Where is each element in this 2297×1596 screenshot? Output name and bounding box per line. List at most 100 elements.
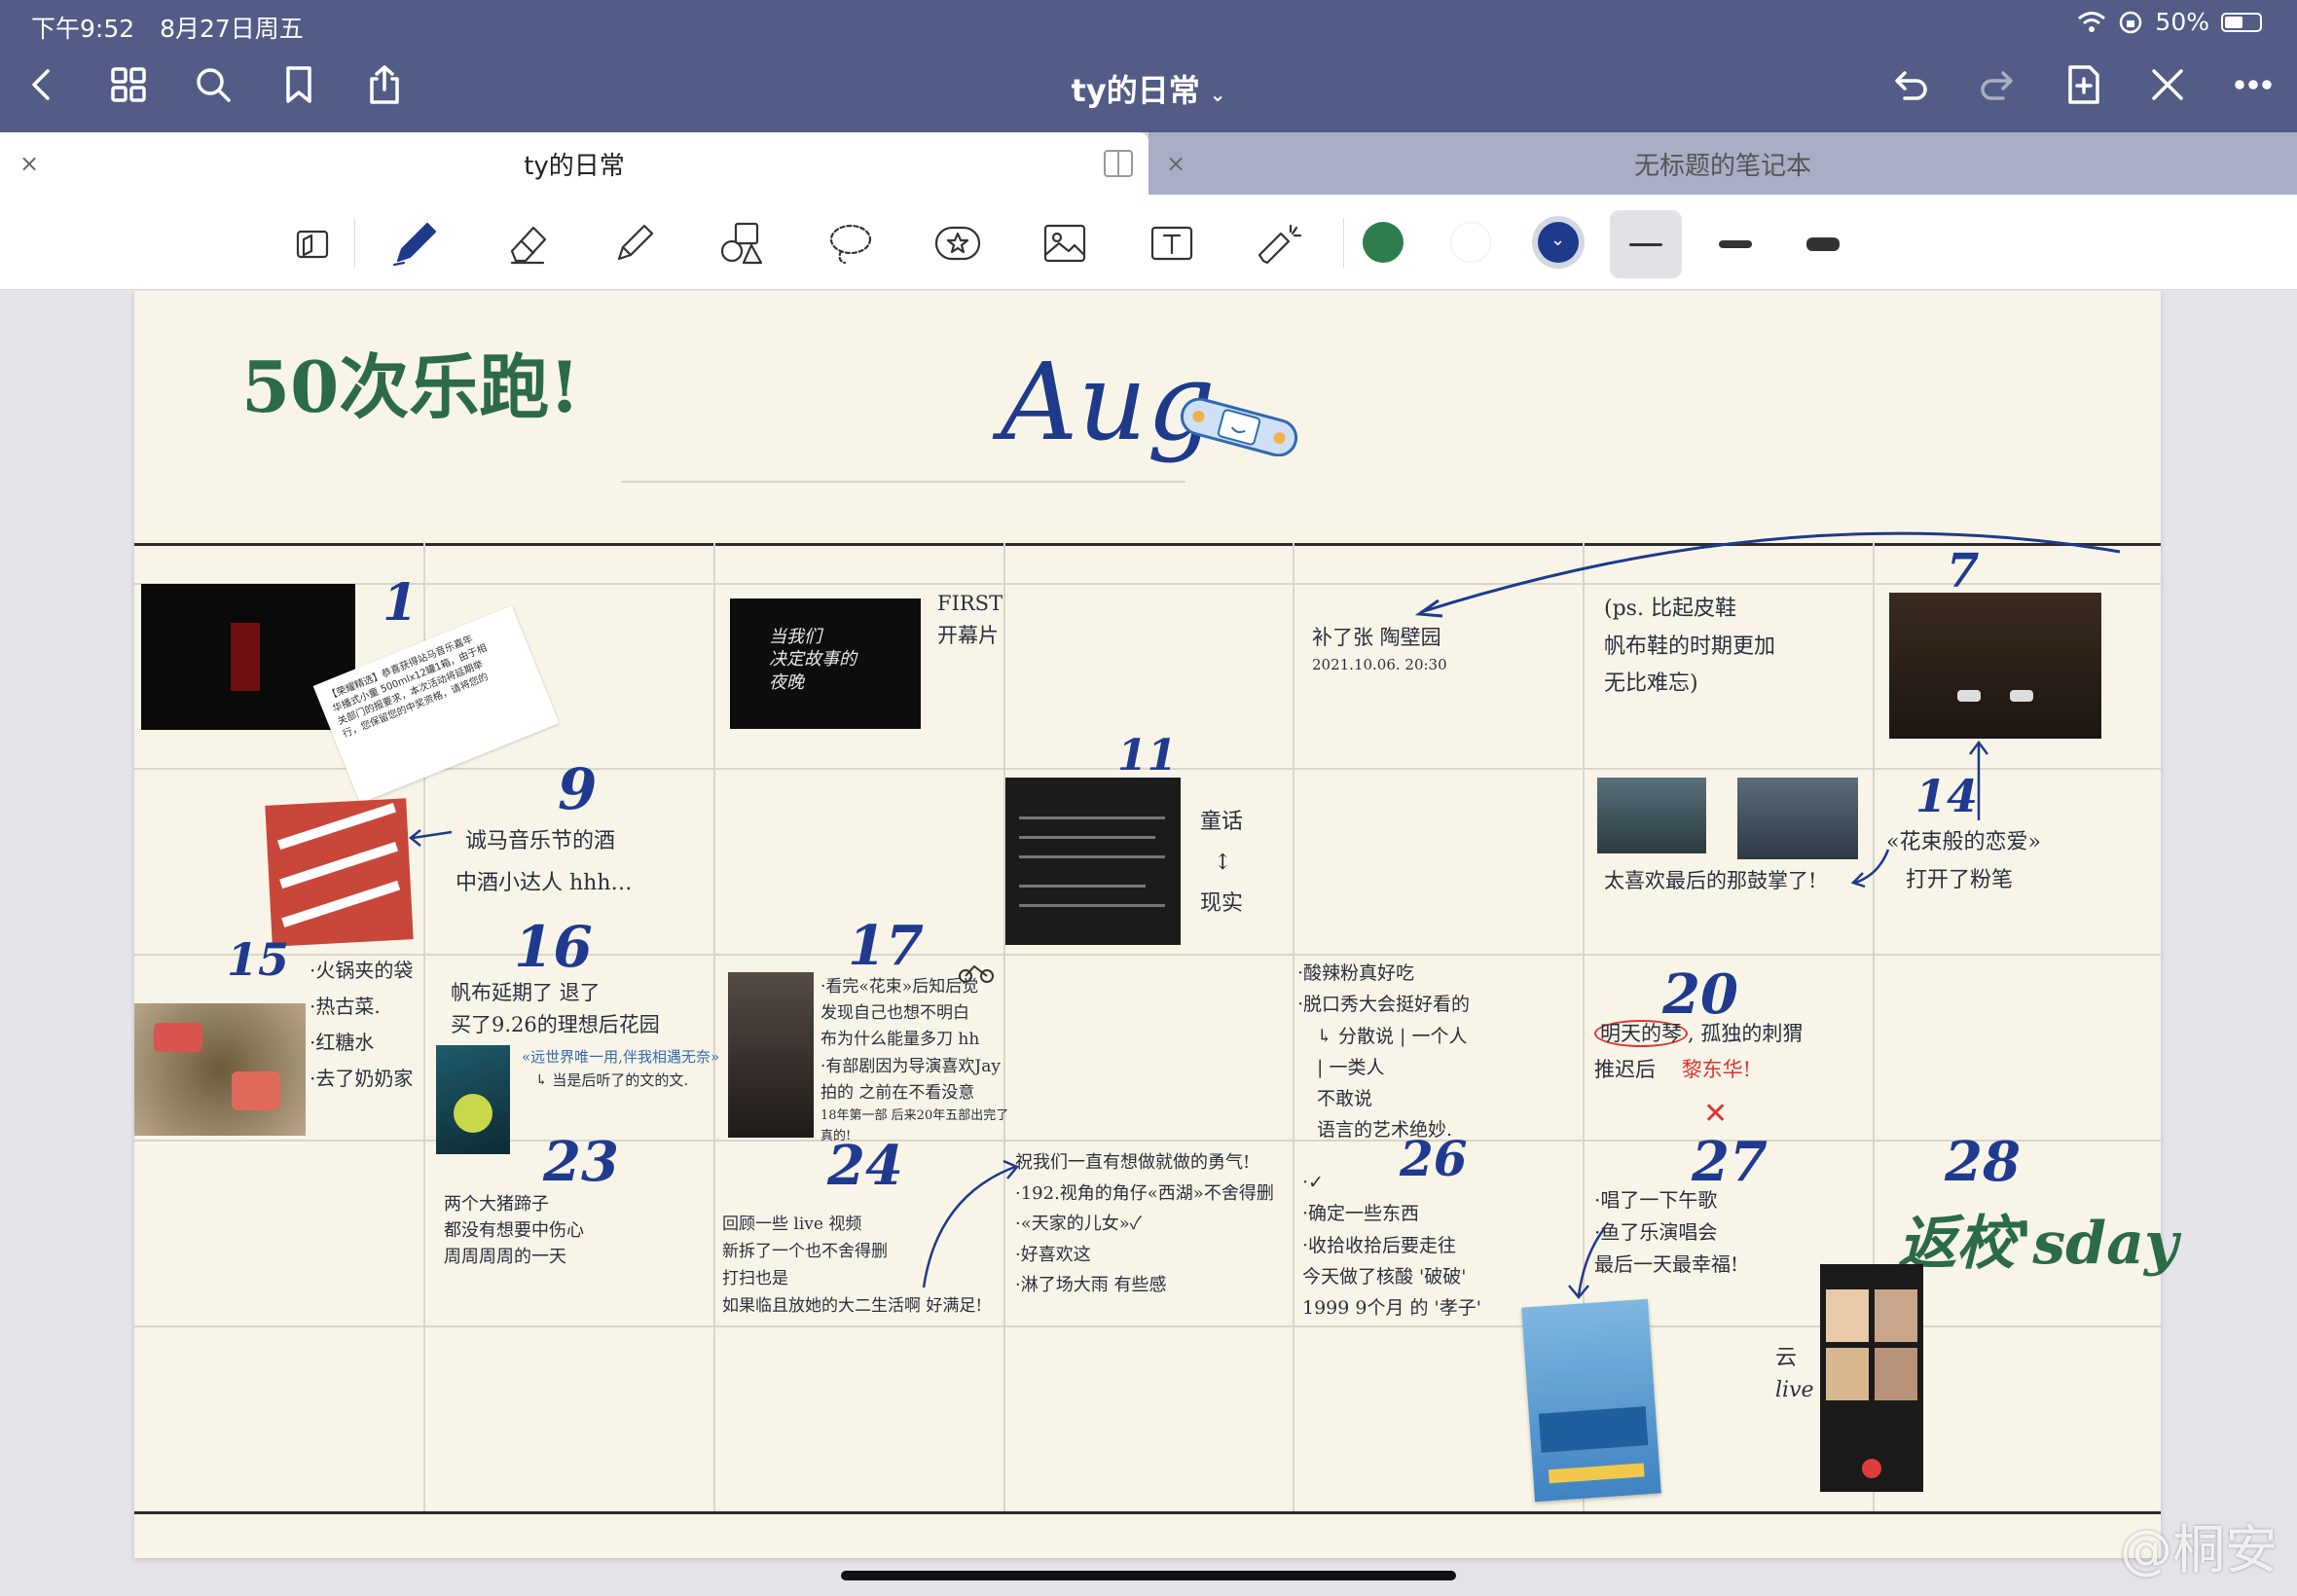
note-line: 诚马音乐节的酒 (465, 829, 616, 853)
day-number: 7 (1947, 544, 1980, 598)
color-swatch-green[interactable] (1363, 222, 1404, 263)
eraser-tool-icon[interactable] (496, 212, 559, 274)
note-line: 今天做了核酸 '破破' (1302, 1265, 1467, 1288)
notebook-page[interactable]: 50次乐跑! Aug. 1 【荣耀精选】恭喜获得站马音乐嘉年 华播式小童 500… (134, 291, 2178, 1558)
day-number: 15 (227, 933, 290, 986)
note-line: 如果临且放她的大二生活啊 好满足! (722, 1296, 983, 1317)
grid-line (134, 1511, 2161, 1514)
wifi-icon (2078, 11, 2106, 32)
note-line: 两个大猪蹄子 (444, 1194, 549, 1215)
grid-line (1293, 543, 1294, 1511)
arrow-left-icon (408, 829, 453, 847)
note-line: ·酸辣粉真好吃 (1297, 962, 1415, 984)
day-number: 23 (543, 1130, 619, 1194)
arrow-down-left-icon (1850, 849, 1890, 889)
note-day20: 明天的琴, 孤独的刺猬 推迟后 黎东华! (1594, 1020, 1804, 1081)
status-bar-right: 50% (2077, 8, 2262, 36)
note-line: ·鱼了乐演唱会 (1594, 1220, 1718, 1244)
note-cloud-live: 云 live (1775, 1342, 1814, 1406)
note-line: 都没有想要中伤心 (444, 1220, 584, 1241)
day-number: 11 (1117, 731, 1178, 780)
sticker-tool-icon[interactable] (927, 212, 989, 274)
day-number: 24 (827, 1134, 903, 1198)
note-day26: ·✓ ·确定一些东西 ·收拾收拾后要走往 今天做了核酸 '破破' 1999 9个… (1302, 1167, 1481, 1324)
beer-cans-photo (265, 798, 414, 947)
status-time: 下午9:52 (31, 15, 135, 43)
note-line: | 一类人 (1317, 1056, 1385, 1078)
note-day28: 返校'sday (1898, 1210, 2178, 1278)
stroke-thick[interactable] (1787, 210, 1859, 278)
note-line: 明天的琴 (1594, 1020, 1688, 1047)
note-line: ·唱了一下午歌 (1594, 1188, 1718, 1212)
stroke-thin[interactable] (1610, 210, 1682, 278)
orientation-lock-icon (2120, 11, 2142, 33)
note-line: 孤独的刺猬 (1700, 1022, 1804, 1045)
note-day14: «花束般的恋爱» 打开了粉笔 (1886, 824, 2041, 899)
battery-percent: 50% (2155, 8, 2209, 36)
text-tool-icon[interactable] (1141, 212, 1203, 274)
more-icon[interactable] (2229, 60, 2278, 109)
note-line: ↕ (1214, 850, 1232, 875)
color-swatch-white[interactable] (1450, 222, 1491, 263)
poster-text: 决定故事的 (769, 649, 857, 671)
undo-icon[interactable] (1886, 60, 1935, 109)
redo-icon[interactable] (1973, 60, 2022, 109)
note-line: 2021.10.06. 20:30 (1312, 655, 1447, 673)
note-line: 最后一天最幸福! (1594, 1252, 1739, 1276)
note-day13: 太喜欢最后的那鼓掌了! (1604, 865, 1816, 897)
add-page-icon[interactable] (2060, 60, 2108, 109)
color-swatch-navy-selected[interactable]: ⌄ (1538, 222, 1579, 263)
highlighter-tool-icon[interactable] (603, 212, 666, 274)
note-line: 云 (1775, 1346, 1798, 1370)
couple-photo (728, 972, 814, 1138)
film-still-shoes (1889, 593, 2101, 739)
note-line: 帆布鞋的时期更加 (1604, 634, 1776, 659)
pen-tool-icon[interactable] (384, 212, 447, 274)
title-underline (621, 481, 1185, 483)
note-day16-detail: «远世界唯一用,伴我相遇无奈» ↳ 当是后听了的文的文. (522, 1045, 719, 1092)
document-title[interactable]: ty的日常 ⌄ (0, 66, 2297, 111)
day-number: 16 (514, 914, 593, 980)
toolbar-divider (354, 218, 355, 269)
home-indicator[interactable] (841, 1571, 1456, 1580)
tab-ty-daily[interactable]: × ty的日常 (0, 132, 1148, 195)
watermark: @桐安 (2120, 1519, 2278, 1580)
chevron-down-icon: ⌄ (1209, 83, 1226, 106)
note-line: 中酒小达人 hhh… (456, 870, 633, 895)
split-view-icon[interactable] (1104, 150, 1133, 177)
film-still-2 (1737, 778, 1858, 859)
note-line: ·192.视角的角仔«西湖»不舍得删 (1015, 1182, 1274, 1204)
laser-pointer-icon[interactable] (1248, 212, 1310, 274)
day-number: 9 (558, 756, 598, 822)
tab-untitled-notebook[interactable]: × 无标题的笔记本 (1148, 132, 2297, 195)
canvas-area[interactable]: 50次乐跑! Aug. 1 【荣耀精选】恭喜获得站马音乐嘉年 华播式小童 500… (0, 291, 2297, 1596)
note-line: live (1775, 1378, 1814, 1402)
day-number: 1 (383, 573, 419, 633)
social-post-screenshot (1005, 778, 1181, 945)
chevron-down-icon: ⌄ (1550, 230, 1566, 250)
grid-line (134, 954, 2161, 956)
battery-icon (2221, 12, 2262, 32)
arrow-up-icon (1969, 740, 1988, 820)
tools-icon[interactable] (2143, 60, 2192, 109)
image-tool-icon[interactable] (1034, 212, 1096, 274)
day-number: 17 (848, 914, 924, 978)
note-line: ↳ 分散说 | 一个人 (1317, 1025, 1468, 1047)
stroke-medium[interactable] (1699, 210, 1771, 278)
note-line: ·✓ (1302, 1172, 1324, 1193)
toolbar-divider (1343, 218, 1344, 269)
shape-tool-icon[interactable] (711, 212, 773, 274)
tab-label: 无标题的笔记本 (1633, 152, 1811, 181)
note-line: FIRST (937, 592, 1003, 615)
poster-text: 当我们 (769, 627, 821, 647)
note-line: «花束般的恋爱» (1886, 830, 2041, 854)
hotpot-photo (134, 1003, 306, 1136)
note-line: ·好喜欢这 (1015, 1244, 1091, 1265)
note-line: «远世界唯一用,伴我相遇无奈» (522, 1048, 720, 1066)
note-day15: ·火锅夹的袋 ·热古菜. ·红糖水 ·去了奶奶家 (310, 953, 413, 1097)
read-mode-icon[interactable] (282, 212, 345, 274)
note-line: 周周周周的一天 (444, 1247, 566, 1267)
lasso-tool-icon[interactable] (820, 212, 882, 274)
note-line: 太喜欢最后的那鼓掌了! (1604, 869, 1817, 892)
film-still-1 (1597, 778, 1706, 853)
